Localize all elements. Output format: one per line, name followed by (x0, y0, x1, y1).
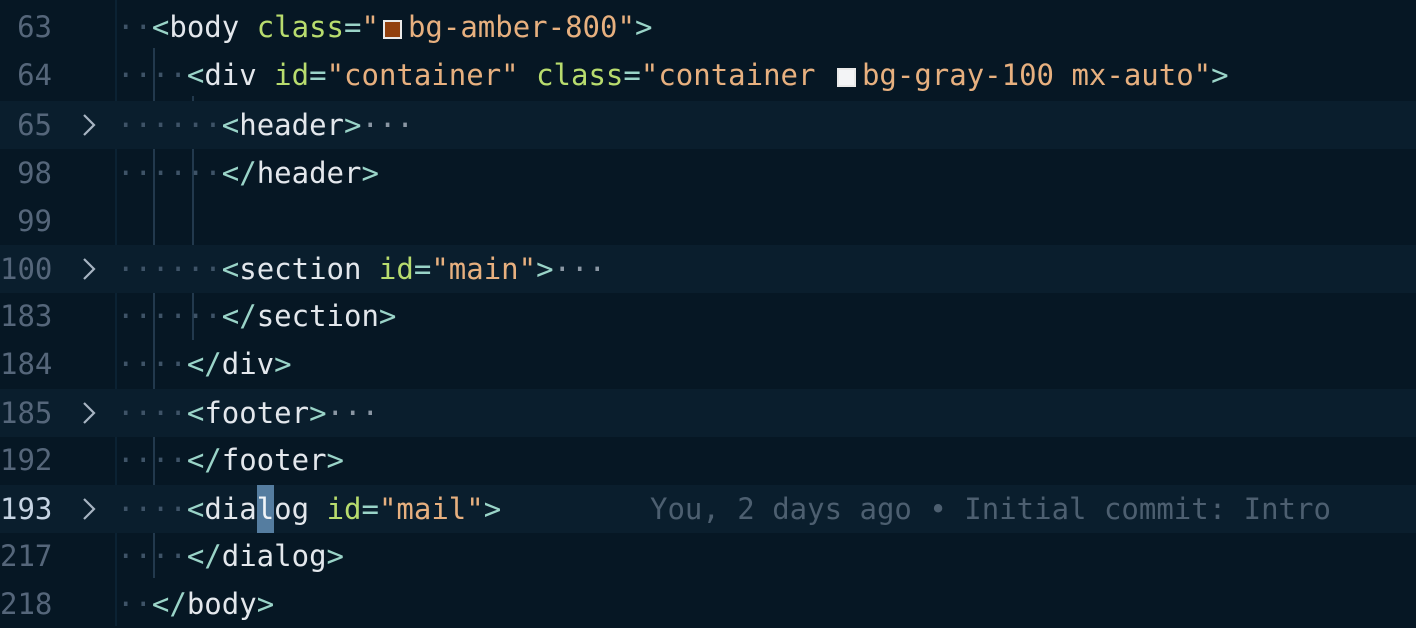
line-content[interactable]: ····<div id="container" class="container… (117, 51, 1229, 99)
line-number: 184 (0, 347, 52, 381)
code-line[interactable]: 100 ······<section id="main">··· (0, 245, 1416, 293)
code-line[interactable]: 98 ······</header> (0, 149, 1416, 197)
code-line[interactable]: 185 ····<footer>··· (0, 389, 1416, 437)
line-number: 193 (0, 492, 52, 526)
line-number: 185 (0, 396, 52, 430)
line-content[interactable]: ····<dialog id="mail"> (117, 485, 501, 533)
line-number: 64 (17, 58, 52, 92)
line-content[interactable]: ······</section> (117, 292, 396, 340)
line-content[interactable]: ······<section id="main">··· (117, 245, 606, 293)
text-cursor: l (256, 485, 275, 533)
line-number: 218 (0, 587, 52, 621)
code-line[interactable]: 192 ····</footer> (0, 436, 1416, 484)
line-number: 99 (17, 204, 52, 238)
line-content[interactable]: ······<header>··· (117, 101, 414, 149)
color-swatch[interactable] (836, 68, 856, 87)
line-number: 183 (0, 299, 52, 333)
ellipsis-icon[interactable]: ··· (327, 396, 379, 430)
code-line[interactable]: 184 ····</div> (0, 340, 1416, 388)
chevron-right-icon[interactable] (77, 497, 101, 521)
chevron-right-icon[interactable] (77, 113, 101, 137)
code-line[interactable]: 65 ······<header>··· (0, 101, 1416, 149)
code-line[interactable]: 99 (0, 197, 1416, 245)
line-content[interactable]: ····<footer>··· (117, 389, 379, 437)
code-line[interactable]: 217 ····</dialog> (0, 532, 1416, 580)
line-content[interactable]: ····</dialog> (117, 532, 344, 580)
git-blame-annotation: You, 2 days ago • Initial commit: Intro (650, 492, 1331, 526)
line-content[interactable]: ····</footer> (117, 436, 344, 484)
ellipsis-icon[interactable]: ··· (361, 108, 413, 142)
code-line-active[interactable]: 193 ····<dialog id="mail"> You, 2 days a… (0, 485, 1416, 533)
line-content[interactable]: ······</header> (117, 149, 379, 197)
code-line[interactable]: 64 ····<div id="container" class="contai… (0, 51, 1416, 99)
code-editor[interactable]: 63 ··<body class=" bg-amber-800"> 64 ····… (0, 0, 1416, 626)
chevron-right-icon[interactable] (77, 257, 101, 281)
code-line[interactable]: 63 ··<body class=" bg-amber-800"> (0, 3, 1416, 51)
color-swatch[interactable] (382, 20, 402, 39)
line-number: 63 (17, 10, 52, 44)
code-line[interactable]: 218 ··</body> (0, 580, 1416, 628)
code-line[interactable]: 183 ······</section> (0, 292, 1416, 340)
line-content[interactable]: ··</body> (117, 580, 274, 628)
line-content[interactable]: ····</div> (117, 340, 292, 388)
line-content[interactable]: ··<body class=" bg-amber-800"> (117, 3, 652, 51)
ellipsis-icon[interactable]: ··· (554, 252, 606, 286)
line-number: 217 (0, 539, 52, 573)
chevron-right-icon[interactable] (77, 401, 101, 425)
line-number: 65 (17, 108, 52, 142)
line-number: 98 (17, 156, 52, 190)
line-number: 192 (0, 443, 52, 477)
line-number: 100 (0, 252, 52, 286)
